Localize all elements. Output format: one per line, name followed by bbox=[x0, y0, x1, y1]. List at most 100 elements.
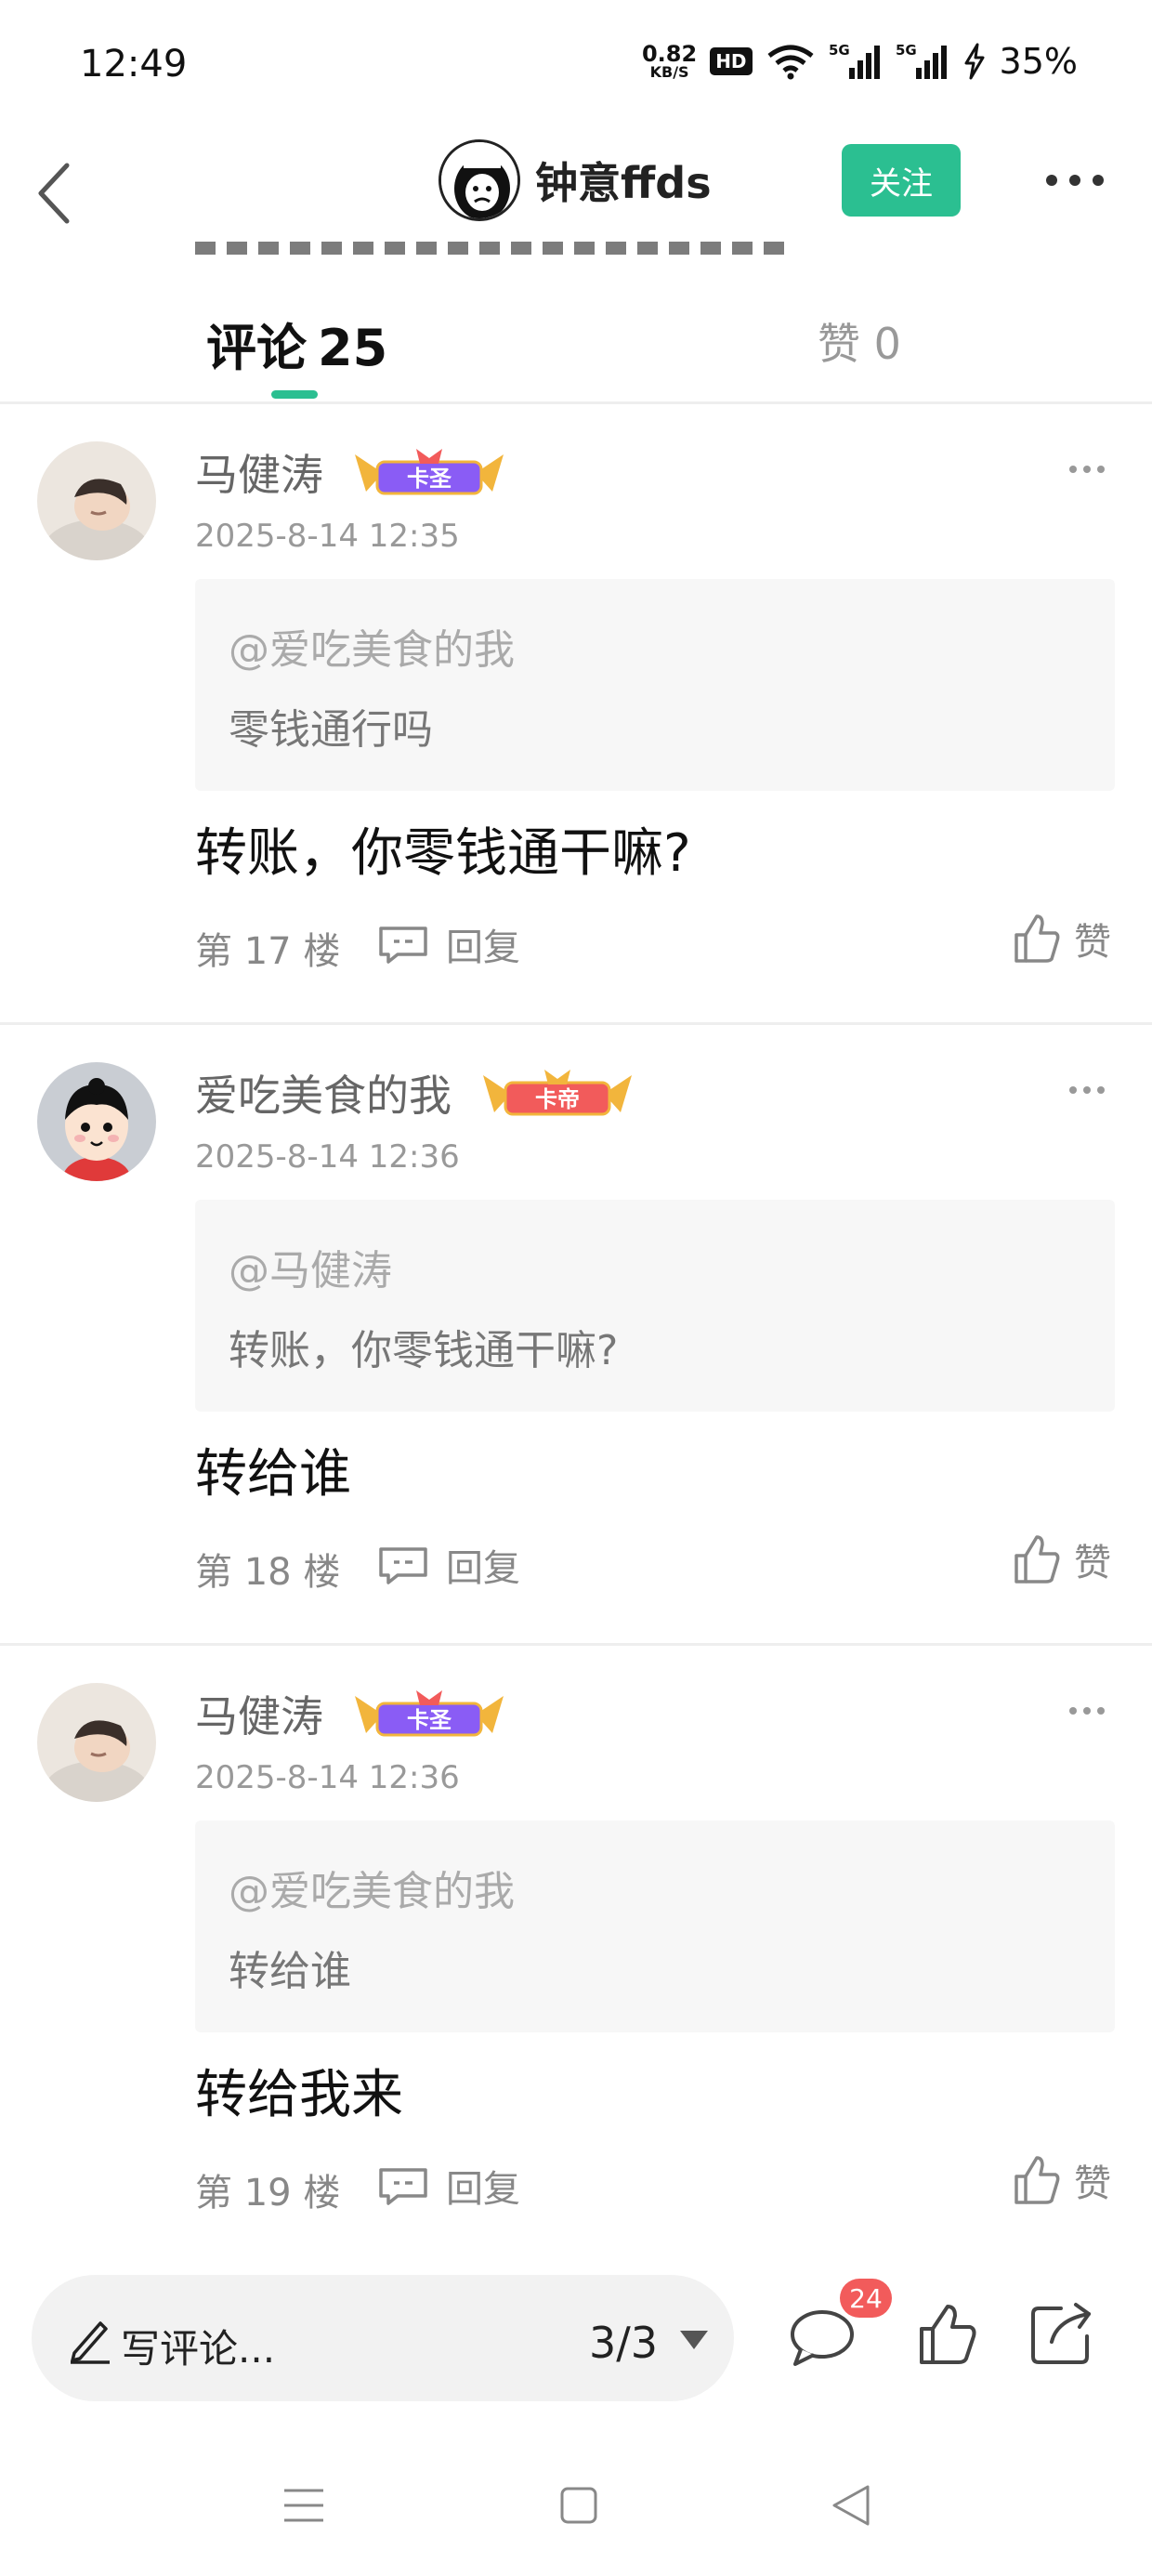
comment-count-badge: 24 bbox=[840, 2279, 892, 2318]
network-speed-value: 0.82 bbox=[641, 41, 698, 67]
system-navigation-bar bbox=[0, 2427, 1152, 2576]
author-name[interactable]: 钟意ffds bbox=[535, 150, 712, 211]
status-time: 12:49 bbox=[80, 43, 188, 85]
more-dots-icon[interactable] bbox=[1068, 1083, 1106, 1097]
write-comment-input[interactable]: 写评论... 3/3 bbox=[32, 2275, 734, 2401]
username-row: 爱吃美食的我 卡帝 bbox=[195, 1062, 641, 1124]
like-label: 赞 bbox=[1074, 2162, 1111, 2205]
scrolled-text-remnant bbox=[195, 242, 790, 255]
comment-item: 爱吃美食的我 卡帝 2025-8-14 12:36 @马健涛 转账，你零钱通干嘛… bbox=[0, 1025, 1152, 1646]
thumb-up-icon bbox=[1015, 2156, 1060, 2204]
level-badge: 卡帝 bbox=[483, 1070, 632, 1116]
comment-text: 转给我来 bbox=[195, 2065, 403, 2125]
like-label: 赞 bbox=[1074, 921, 1111, 964]
avatar-image bbox=[37, 1683, 156, 1802]
network-speed-unit: KB/S bbox=[649, 63, 689, 81]
reply-button[interactable]: 回复 bbox=[377, 2159, 520, 2213]
username[interactable]: 马健涛 bbox=[195, 1683, 323, 1744]
pen-icon bbox=[71, 2321, 110, 2364]
reply-label: 回复 bbox=[446, 2168, 520, 2211]
share-icon[interactable] bbox=[1029, 2301, 1094, 2366]
reply-bubble-icon bbox=[379, 1547, 427, 1584]
battery-level: 35% bbox=[999, 41, 1078, 82]
comment-icon[interactable] bbox=[788, 2307, 857, 2370]
username-row: 马健涛 卡圣 bbox=[195, 441, 513, 503]
back-arrow-icon[interactable] bbox=[28, 147, 84, 240]
page-indicator[interactable]: 3/3 bbox=[589, 2318, 658, 2368]
charging-icon bbox=[964, 43, 985, 80]
avatar-image bbox=[37, 441, 156, 560]
hd-voice-icon: HD bbox=[710, 47, 753, 75]
level-badge-text: 卡帝 bbox=[535, 1086, 580, 1112]
quoted-comment[interactable]: @爱吃美食的我 转给谁 bbox=[195, 1820, 1115, 2032]
username[interactable]: 爱吃美食的我 bbox=[195, 1062, 452, 1124]
tab-comments[interactable]: 评论 25 bbox=[206, 307, 387, 380]
quote-mention[interactable]: @爱吃美食的我 bbox=[229, 616, 515, 676]
status-icons: 0.82 KB/S HD 5G 5G 35% bbox=[642, 41, 1078, 82]
follow-button[interactable]: 关注 bbox=[842, 144, 961, 217]
reply-label: 回复 bbox=[446, 927, 520, 969]
signal-5g-label-2: 5G bbox=[896, 42, 917, 59]
level-badge: 卡圣 bbox=[355, 449, 504, 495]
author-info[interactable]: 钟意ffds bbox=[439, 139, 712, 221]
network-speed: 0.82 KB/S bbox=[642, 43, 697, 80]
top-navigation: 钟意ffds 关注 bbox=[0, 130, 1152, 256]
signal-5g-icon: 5G bbox=[829, 42, 880, 79]
tab-likes[interactable]: 赞 0 bbox=[818, 310, 901, 372]
comment-text: 转账，你零钱通干嘛? bbox=[195, 823, 691, 884]
quote-mention[interactable]: @马健涛 bbox=[229, 1237, 392, 1296]
tab-comments-label: 评论 bbox=[206, 319, 307, 377]
reply-bubble-icon bbox=[379, 2168, 427, 2205]
quote-text: 转给谁 bbox=[229, 1948, 351, 1995]
thumb-up-icon[interactable] bbox=[918, 2303, 977, 2366]
floor-number: 第 18 楼 bbox=[195, 1551, 341, 1594]
like-button[interactable]: 赞 bbox=[1013, 912, 1111, 966]
avatar[interactable] bbox=[37, 1062, 156, 1181]
dropdown-arrow-icon[interactable] bbox=[678, 2329, 710, 2351]
comment-time: 2025-8-14 12:36 bbox=[195, 1759, 460, 1796]
floor-number: 第 19 楼 bbox=[195, 2172, 341, 2215]
like-button[interactable]: 赞 bbox=[1013, 1532, 1111, 1586]
level-badge: 卡圣 bbox=[355, 1690, 504, 1737]
floor-number: 第 17 楼 bbox=[195, 930, 341, 973]
active-tab-indicator bbox=[271, 390, 318, 399]
username-row: 马健涛 卡圣 bbox=[195, 1683, 513, 1744]
reply-button[interactable]: 回复 bbox=[377, 917, 520, 971]
signal-5g-label-1: 5G bbox=[829, 42, 850, 59]
comment-text: 转给谁 bbox=[195, 1444, 351, 1505]
wifi-icon bbox=[766, 45, 814, 80]
reply-label: 回复 bbox=[446, 1547, 520, 1590]
comment-item: 马健涛 卡圣 2025-8-14 12:36 @爱吃美食的我 转给谁 转给我来 … bbox=[0, 1646, 1152, 2267]
avatar-image bbox=[37, 1062, 156, 1181]
quote-text: 转账，你零钱通干嘛? bbox=[229, 1327, 619, 1374]
author-avatar-image bbox=[441, 142, 517, 218]
comment-item: 马健涛 卡圣 2025-8-14 12:35 @爱吃美食的我 零钱通行吗 转账，… bbox=[0, 404, 1152, 1025]
reply-bubble-icon bbox=[379, 927, 427, 964]
reply-button[interactable]: 回复 bbox=[377, 1538, 520, 1592]
comment-like-tabs: 评论 25 赞 0 bbox=[0, 269, 1152, 404]
quote-mention[interactable]: @爱吃美食的我 bbox=[229, 1858, 515, 1917]
signal-5g-icon-2: 5G bbox=[896, 42, 947, 79]
author-avatar[interactable] bbox=[439, 139, 520, 221]
avatar[interactable] bbox=[37, 441, 156, 560]
thumb-up-icon bbox=[1015, 914, 1060, 963]
tab-comments-count: 25 bbox=[318, 319, 388, 377]
quoted-comment[interactable]: @马健涛 转账，你零钱通干嘛? bbox=[195, 1200, 1115, 1412]
menu-icon[interactable] bbox=[282, 2485, 325, 2526]
quoted-comment[interactable]: @爱吃美食的我 零钱通行吗 bbox=[195, 579, 1115, 791]
more-dots-icon[interactable] bbox=[1042, 162, 1107, 199]
home-icon[interactable] bbox=[559, 2485, 598, 2526]
like-button[interactable]: 赞 bbox=[1013, 2153, 1111, 2207]
more-dots-icon[interactable] bbox=[1068, 462, 1106, 477]
more-dots-icon[interactable] bbox=[1068, 1703, 1106, 1718]
status-bar: 12:49 0.82 KB/S HD 5G 5G 35% bbox=[0, 0, 1152, 130]
username[interactable]: 马健涛 bbox=[195, 441, 323, 503]
like-label: 赞 bbox=[1074, 1542, 1111, 1584]
level-badge-text: 卡圣 bbox=[407, 1707, 452, 1733]
avatar[interactable] bbox=[37, 1683, 156, 1802]
write-comment-placeholder: 写评论... bbox=[121, 2326, 276, 2372]
thumb-up-icon bbox=[1015, 1535, 1060, 1584]
back-triangle-icon[interactable] bbox=[831, 2483, 871, 2528]
post-comments-page: 12:49 0.82 KB/S HD 5G 5G 35% 钟意ffds 关注 评… bbox=[0, 0, 1152, 2576]
quote-text: 零钱通行吗 bbox=[229, 706, 433, 754]
